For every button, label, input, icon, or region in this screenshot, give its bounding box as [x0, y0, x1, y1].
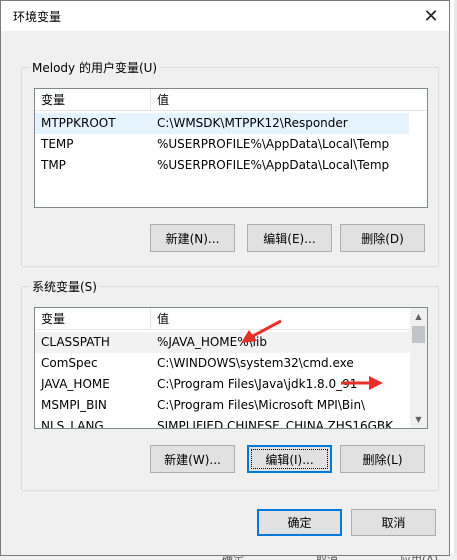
- system-delete-button[interactable]: 删除(L): [340, 445, 425, 473]
- user-delete-button[interactable]: 删除(D): [340, 224, 425, 252]
- var-value: SIMPLIFIED CHINESE_CHINA.ZHS16GBK: [157, 419, 394, 429]
- user-var-row[interactable]: TEMP %USERPROFILE%\AppData\Local\Temp: [35, 134, 409, 155]
- var-value: C:\Program Files\Java\jdk1.8.0_91: [157, 377, 358, 391]
- var-value: C:\WMSDK\MTPPK12\Responder: [157, 116, 348, 130]
- ok-button[interactable]: 确定: [257, 509, 342, 536]
- close-icon: ✕: [423, 5, 439, 27]
- system-var-row[interactable]: NLS_LANG SIMPLIFIED CHINESE_CHINA.ZHS16G…: [35, 416, 412, 429]
- var-value: C:\WINDOWS\system32\cmd.exe: [157, 356, 354, 370]
- var-name: NLS_LANG: [41, 419, 104, 429]
- var-name: ComSpec: [41, 356, 98, 370]
- user-var-row[interactable]: MTPPKROOT C:\WMSDK\MTPPK12\Responder: [35, 113, 409, 134]
- var-value: %USERPROFILE%\AppData\Local\Temp: [157, 158, 390, 172]
- user-variables-list[interactable]: 变量 值 MTPPKROOT C:\WMSDK\MTPPK12\Responde…: [34, 88, 428, 208]
- close-button[interactable]: ✕: [413, 1, 449, 31]
- var-name: CLASSPATH: [41, 335, 110, 349]
- environment-variables-dialog: 环境变量 ✕ Melody 的用户变量(U) 变量 值 MTPPKROOT C:…: [0, 0, 450, 556]
- column-header-variable[interactable]: 变量: [35, 89, 151, 111]
- cancel-button[interactable]: 取消: [351, 509, 436, 536]
- system-variables-list[interactable]: 变量 值 CLASSPATH %JAVA_HOME%\lib ComSpec C…: [34, 307, 428, 429]
- column-header-value[interactable]: 值: [151, 89, 427, 111]
- var-name: MTPPKROOT: [41, 116, 116, 130]
- annotation-arrow-icon: [241, 319, 282, 343]
- system-list-scrollbar[interactable]: ▲ ▼: [410, 308, 427, 428]
- column-header-variable[interactable]: 变量: [35, 308, 151, 330]
- system-variables-label: 系统变量(S): [30, 278, 99, 295]
- user-edit-button[interactable]: 编辑(E)...: [247, 224, 332, 252]
- scrollbar-thumb[interactable]: [412, 326, 425, 343]
- dialog-title: 环境变量: [13, 10, 62, 24]
- var-name: TEMP: [41, 137, 74, 151]
- scroll-up-arrow-icon[interactable]: ▲: [410, 308, 427, 325]
- system-list-header: 变量 值: [35, 308, 427, 330]
- user-list-header: 变量 值: [35, 89, 427, 111]
- user-variables-group: Melody 的用户变量(U) 变量 值 MTPPKROOT C:\WMSDK\…: [21, 59, 439, 267]
- var-name: MSMPI_BIN: [41, 398, 107, 412]
- system-var-row[interactable]: CLASSPATH %JAVA_HOME%\lib: [35, 332, 412, 353]
- user-var-row[interactable]: TMP %USERPROFILE%\AppData\Local\Temp: [35, 155, 409, 176]
- system-new-button[interactable]: 新建(W)...: [150, 445, 235, 473]
- system-var-row[interactable]: MSMPI_BIN C:\Program Files\Microsoft MPI…: [35, 395, 412, 416]
- title-bar: 环境变量 ✕: [1, 1, 449, 31]
- system-var-row[interactable]: ComSpec C:\WINDOWS\system32\cmd.exe: [35, 353, 412, 374]
- var-name: JAVA_HOME: [41, 377, 110, 391]
- user-variables-label: Melody 的用户变量(U): [30, 59, 160, 76]
- user-new-button[interactable]: 新建(N)...: [150, 224, 235, 252]
- scroll-down-arrow-icon[interactable]: ▼: [410, 411, 427, 428]
- annotation-arrow-icon: [341, 376, 383, 390]
- var-value: C:\Program Files\Microsoft MPI\Bin\: [157, 398, 366, 412]
- var-value: %USERPROFILE%\AppData\Local\Temp: [157, 137, 390, 151]
- var-name: TMP: [41, 158, 66, 172]
- system-edit-button[interactable]: 编辑(I)...: [247, 445, 332, 473]
